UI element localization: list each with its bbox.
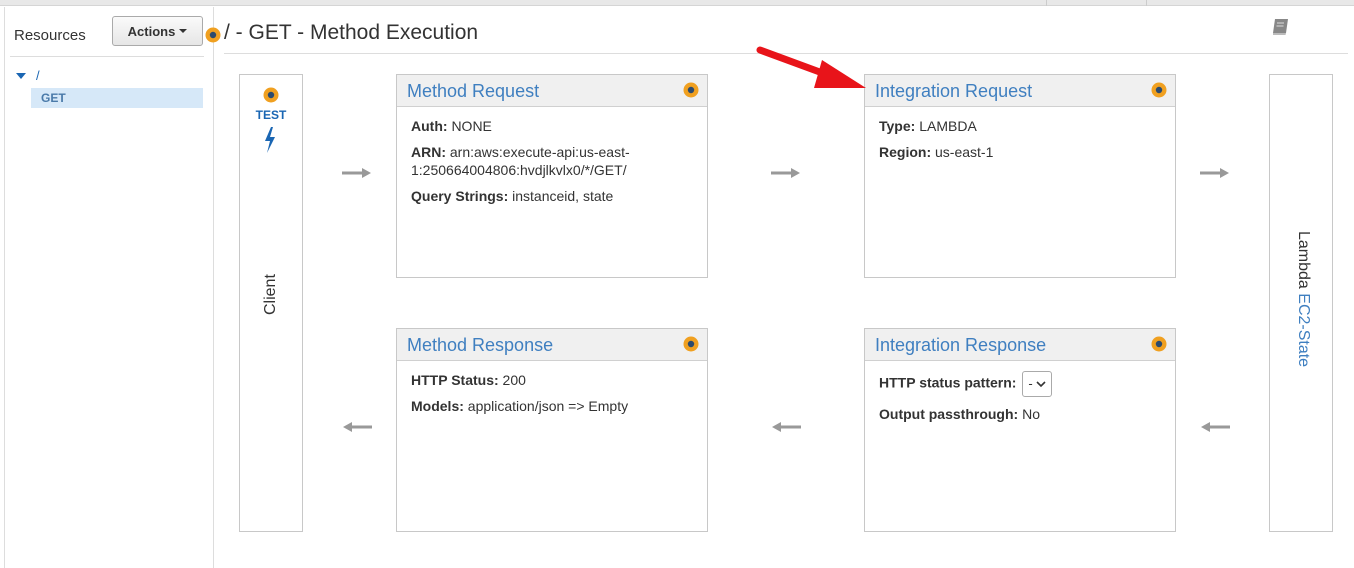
models-label: Models: — [411, 398, 464, 414]
actions-button[interactable]: Actions — [112, 16, 203, 46]
status-pattern-row: HTTP status pattern: - — [879, 371, 1161, 397]
lightning-bolt-icon[interactable] — [263, 127, 277, 153]
arn-value-line2: 1:250664004806:hvdjlkvlx0/*/GET/ — [411, 162, 627, 178]
status-pattern-select[interactable]: - — [1022, 371, 1053, 397]
settings-dot-icon[interactable] — [263, 87, 279, 103]
arrow-left-icon — [772, 422, 801, 432]
status-pattern-label: HTTP status pattern: — [879, 374, 1017, 391]
method-request-panel: Method Request Auth: NONE ARN: arn:aws:e… — [396, 74, 708, 278]
status-pattern-value: - — [1028, 376, 1033, 391]
passthrough-row: Output passthrough: No — [879, 405, 1161, 423]
arn-row: ARN: arn:aws:execute-api:us-east- 1:25066… — [411, 143, 693, 179]
expand-triangle-icon[interactable] — [16, 72, 26, 79]
passthrough-label: Output passthrough: — [879, 406, 1019, 422]
type-value: LAMBDA — [919, 118, 977, 134]
type-label: Type: — [879, 118, 916, 134]
arrow-right-icon — [1200, 168, 1229, 178]
top-bar — [0, 0, 1354, 6]
query-strings-value: instanceid, state — [512, 188, 614, 204]
book-icon[interactable] — [1270, 16, 1292, 38]
integration-request-panel: Integration Request Type: LAMBDA Region:… — [864, 74, 1176, 278]
sidebar-divider-line — [10, 56, 204, 57]
passthrough-value: No — [1022, 406, 1040, 422]
http-status-label: HTTP Status: — [411, 372, 499, 388]
arn-value-line1: arn:aws:execute-api:us-east- — [449, 144, 630, 160]
query-strings-row: Query Strings: instanceid, state — [411, 187, 693, 205]
settings-dot-icon[interactable] — [1151, 82, 1167, 98]
sidebar-divider — [213, 7, 214, 568]
method-response-link[interactable]: Method Response — [407, 335, 553, 356]
region-label: Region: — [879, 144, 932, 160]
integration-response-link[interactable]: Integration Response — [875, 335, 1046, 356]
chevron-down-icon — [1036, 381, 1046, 388]
method-request-link[interactable]: Method Request — [407, 81, 539, 102]
tree-item-get[interactable]: GET — [31, 88, 203, 108]
client-label: Client — [262, 274, 279, 315]
auth-value: NONE — [451, 118, 492, 134]
arrow-left-icon — [343, 422, 372, 432]
arrow-left-icon — [1201, 422, 1230, 432]
client-panel: TEST Client — [239, 74, 303, 532]
settings-dot-icon[interactable] — [205, 27, 221, 43]
tree-item-root-label: / — [36, 68, 40, 83]
page-title: / - GET - Method Execution — [224, 21, 479, 44]
lambda-panel: Lambda EC2-State — [1269, 74, 1333, 532]
arn-label: ARN: — [411, 144, 446, 160]
models-value: application/json => Empty — [467, 398, 629, 414]
tree-item-root[interactable]: / — [16, 68, 40, 83]
http-status-row: HTTP Status: 200 — [411, 371, 693, 389]
left-edge-divider — [4, 7, 5, 568]
arrow-right-icon — [771, 168, 800, 178]
lambda-prefix: Lambda — [1295, 231, 1312, 294]
actions-button-label: Actions — [127, 23, 176, 39]
settings-dot-icon[interactable] — [683, 82, 699, 98]
region-row: Region: us-east-1 — [879, 143, 1161, 161]
annotation-arrow-icon — [756, 46, 866, 88]
lambda-function-link[interactable]: EC2-State — [1295, 293, 1312, 367]
http-status-value: 200 — [502, 372, 526, 388]
integration-response-panel: Integration Response HTTP status pattern… — [864, 328, 1176, 532]
auth-label: Auth: — [411, 118, 448, 134]
caret-down-icon — [179, 29, 188, 33]
method-response-panel: Method Response HTTP Status: 200 Models:… — [396, 328, 708, 532]
settings-dot-icon[interactable] — [1151, 336, 1167, 352]
resources-label: Resources — [14, 27, 86, 44]
region-value: us-east-1 — [935, 144, 994, 160]
arrow-right-icon — [342, 168, 371, 178]
settings-dot-icon[interactable] — [683, 336, 699, 352]
integration-request-link[interactable]: Integration Request — [875, 81, 1032, 102]
models-row: Models: application/json => Empty — [411, 397, 693, 415]
query-strings-label: Query Strings: — [411, 188, 509, 204]
auth-row: Auth: NONE — [411, 117, 693, 135]
test-button[interactable]: TEST — [240, 108, 302, 122]
lambda-label: Lambda EC2-State — [1294, 231, 1312, 367]
type-row: Type: LAMBDA — [879, 117, 1161, 135]
